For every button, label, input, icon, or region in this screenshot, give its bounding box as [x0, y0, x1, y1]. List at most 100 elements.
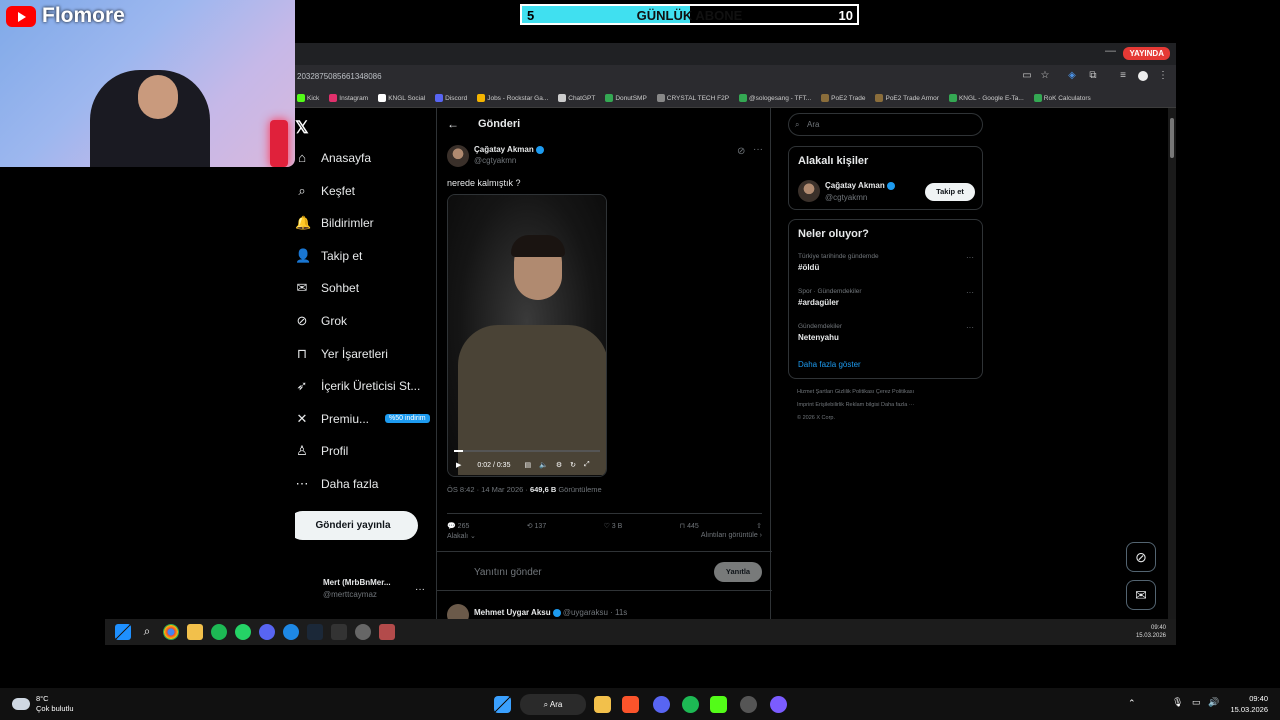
folder-icon[interactable]: [594, 696, 611, 713]
reply-action[interactable]: 💬 265: [447, 522, 469, 530]
bookmark-item[interactable]: RoK Calculators: [1033, 94, 1091, 102]
trend-more-icon[interactable]: ···: [966, 253, 974, 262]
account-switcher[interactable]: Mert (MrbBnMer... @merttcaymaz: [323, 578, 391, 599]
profile-avatar-icon[interactable]: [1138, 71, 1148, 81]
video-player[interactable]: ▶ 0:02 / 0:35 ▤ 🔈 ⚙ ↻ ⤢: [447, 194, 607, 477]
scrollbar-thumb[interactable]: [1170, 118, 1174, 158]
reply-input[interactable]: Yanıtını gönder: [474, 567, 542, 578]
puzzle-icon[interactable]: ⧉: [1088, 71, 1098, 81]
folder-icon[interactable]: [187, 624, 203, 640]
search-icon[interactable]: ⌕: [139, 624, 155, 640]
bookmark-item[interactable]: KNGL Social: [378, 94, 425, 102]
captions-icon[interactable]: ▤: [524, 461, 531, 469]
obs-icon[interactable]: [740, 696, 757, 713]
trend-item[interactable]: Türkiye tarihinde gündemde #öldü ···: [798, 253, 974, 272]
footer-line[interactable]: © 2026 X Corp.: [797, 412, 982, 425]
follow-button[interactable]: Takip et: [925, 183, 975, 201]
volume-icon[interactable]: 🔈: [539, 461, 548, 469]
author-avatar[interactable]: [447, 145, 469, 167]
url-text[interactable]: 2032875085661348086: [297, 72, 382, 81]
play-icon[interactable]: ▶: [456, 461, 461, 469]
bookmark-item[interactable]: Jobs - Rockstar Ga...: [477, 94, 548, 102]
repost-action[interactable]: ⟲ 137: [527, 522, 547, 530]
settings-icon[interactable]: ⚙: [556, 461, 562, 469]
post-button[interactable]: Gönderi yayınla: [295, 511, 418, 540]
taskbar-clock[interactable]: 09:40 15.03.2026: [1230, 693, 1268, 715]
game-icon[interactable]: [379, 624, 395, 640]
nav-item-8[interactable]: ✕ Premiu... %50 indirim: [295, 409, 430, 429]
star-icon[interactable]: ☆: [1040, 71, 1050, 81]
nav-item-4[interactable]: ✉ Sohbet: [295, 278, 360, 298]
back-arrow-icon[interactable]: ←: [447, 117, 459, 131]
address-bar[interactable]: 2032875085661348086 ▭ ☆ ◈ ⧉ ≡ ⋮: [295, 65, 1176, 89]
share-icon[interactable]: ⇧: [756, 522, 762, 530]
author-name[interactable]: Çağatay Akman: [474, 145, 544, 154]
search-input[interactable]: ⌕ Ara: [788, 113, 983, 136]
bookmark-item[interactable]: @sologesang - TFT...: [739, 94, 811, 102]
messages-fab-icon[interactable]: ✉: [1126, 580, 1156, 610]
app-icon[interactable]: [331, 624, 347, 640]
nav-item-1[interactable]: ⌕ Keşfet: [295, 181, 355, 201]
trend-more-icon[interactable]: ···: [966, 288, 974, 297]
taskbar-search[interactable]: ⌕ Ara: [520, 694, 586, 715]
reply-author[interactable]: Mehmet Uygar Aksu @uygaraksu · 11s: [474, 608, 627, 617]
nav-item-7[interactable]: ➶ İçerik Üreticisi St...: [295, 376, 421, 396]
weather-widget[interactable]: 8°C Çok bulutlu: [12, 694, 74, 714]
person-avatar[interactable]: [798, 180, 820, 202]
trend-item[interactable]: Gündemdekiler Netenyahu ···: [798, 323, 974, 342]
steam-icon[interactable]: [307, 624, 323, 640]
bookmark-action[interactable]: ⊓ 445: [680, 522, 699, 530]
media-player-icon[interactable]: [283, 624, 299, 640]
discord-icon[interactable]: [259, 624, 275, 640]
bookmark-item[interactable]: PoE2 Trade: [821, 94, 865, 102]
inner-clock[interactable]: 09:40 15.03.2026: [1136, 624, 1166, 640]
nav-item-6[interactable]: ⊓ Yer İşaretleri: [295, 344, 388, 364]
x-logo-icon[interactable]: 𝕏: [295, 118, 309, 138]
bookmark-item[interactable]: Instagram: [329, 94, 368, 102]
show-more-link[interactable]: Daha fazla göster: [798, 360, 861, 369]
spotify-icon[interactable]: [211, 624, 227, 640]
bookmark-item[interactable]: PoE2 Trade Armor: [875, 94, 939, 102]
footer-line[interactable]: Hizmet Şartları Gizlilik Politikası Çere…: [797, 386, 982, 399]
bookmark-item[interactable]: Discord: [435, 94, 467, 102]
bookmark-item[interactable]: KNGL - Google E-Ta...: [948, 94, 1024, 102]
sort-dropdown[interactable]: Alakalı ⌄: [447, 532, 476, 540]
minimize-button[interactable]: —: [1105, 45, 1116, 57]
bookmark-item[interactable]: CRYSTAL TECH F2P: [656, 94, 729, 102]
bookmark-item[interactable]: ChatGPT: [558, 94, 595, 102]
nav-item-10[interactable]: ⋯ Daha fazla: [295, 474, 379, 494]
whatsapp-icon[interactable]: [235, 624, 251, 640]
extension-icon[interactable]: ◈: [1067, 71, 1077, 81]
bookmark-item[interactable]: Kick: [297, 94, 319, 102]
windows-start-icon[interactable]: [494, 696, 511, 713]
nav-item-9[interactable]: ♙ Profil: [295, 441, 348, 461]
account-more-icon[interactable]: ···: [415, 584, 425, 595]
video-progress[interactable]: [454, 450, 600, 452]
nav-item-5[interactable]: ⊘ Grok: [295, 311, 347, 331]
loop-icon[interactable]: ↻: [570, 461, 576, 469]
menu-icon[interactable]: ⋮: [1158, 71, 1168, 81]
trend-item[interactable]: Spor · Gündemdekiler #ardagüler ···: [798, 288, 974, 307]
discord-icon[interactable]: [653, 696, 670, 713]
fullscreen-icon[interactable]: ⤢: [584, 461, 590, 469]
chrome-icon[interactable]: [163, 624, 179, 640]
scrollbar[interactable]: [1168, 108, 1176, 645]
brave-icon[interactable]: [622, 696, 639, 713]
display-icon[interactable]: ▭: [1192, 697, 1201, 708]
volume-icon[interactable]: 🔊: [1208, 697, 1219, 708]
chevron-up-icon[interactable]: ⌃: [1128, 698, 1136, 709]
media-icon[interactable]: ≡: [1118, 71, 1128, 81]
reply-button[interactable]: Yanıtla: [714, 562, 762, 582]
person-name[interactable]: Çağatay Akman: [825, 181, 895, 190]
bookmark-item[interactable]: DonutSMP: [605, 94, 647, 102]
windows-start-icon[interactable]: [115, 624, 131, 640]
nav-item-3[interactable]: 👤 Takip et: [295, 246, 362, 266]
settings-icon[interactable]: [355, 624, 371, 640]
post-time[interactable]: ÖS 8:42 · 14 Mar 2026 ·: [447, 485, 528, 494]
cast-icon[interactable]: ▭: [1022, 71, 1032, 81]
app-icon[interactable]: [770, 696, 787, 713]
footer-line[interactable]: Imprint Erişilebilirlik Reklam bilgisi D…: [797, 399, 982, 412]
view-quotes-link[interactable]: Alıntıları görüntüle ›: [701, 532, 762, 540]
nav-item-0[interactable]: ⌂ Anasayfa: [295, 148, 371, 168]
reply-composer[interactable]: Yanıtını gönder Yanıtla: [437, 551, 772, 591]
